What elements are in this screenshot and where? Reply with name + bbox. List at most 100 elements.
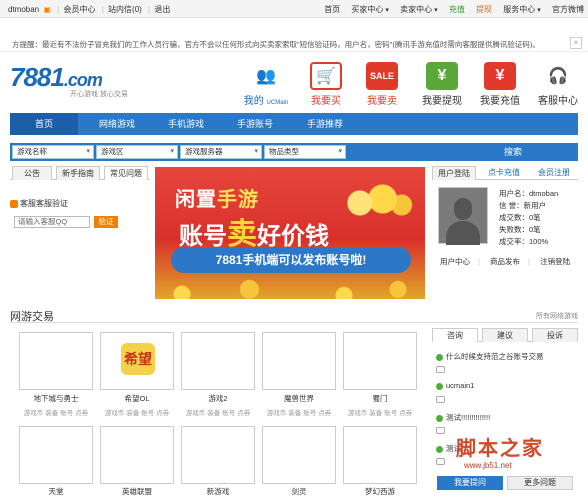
notice-bar: 方提醒：最近有不法份子冒充我们的工作人员行骗，官方不会以任何形式向买卖家索取"短…: [0, 34, 588, 52]
user-center-link[interactable]: 用户中心: [440, 257, 470, 266]
username-link[interactable]: dtmoban: [8, 5, 39, 14]
reply-icon: [436, 365, 445, 373]
feedback-item[interactable]: 什么时候支持范之谷账号交易: [436, 351, 544, 362]
nav-tab-online-games[interactable]: 网络游戏: [82, 113, 152, 135]
game-card[interactable]: 游戏2 游戏币 装备 账号 点券: [181, 332, 255, 418]
people-icon: 👥: [256, 68, 276, 85]
verify-button[interactable]: 验证: [94, 216, 118, 228]
cart-icon: 🛒: [310, 62, 342, 90]
nav-tab-mobile-accounts[interactable]: 手游账号: [222, 113, 288, 135]
promo-banner[interactable]: 闲置手游 账号卖好价钱 7881手机端可以发布账号啦!: [155, 167, 425, 299]
left-tabs: 公告 新手指南 常见问题: [10, 166, 150, 180]
feedback-item[interactable]: ucmain1: [436, 381, 474, 390]
buyer-center-dropdown[interactable]: 买家中心: [351, 5, 388, 14]
nav-withdraw[interactable]: ¥ 我要提现: [414, 62, 470, 107]
notice-close-button[interactable]: ×: [570, 37, 582, 49]
game-image: [262, 426, 336, 484]
nav-tab-mobile-recommend[interactable]: 手游推荐: [292, 113, 358, 135]
game-name-select[interactable]: 游戏名称: [12, 145, 94, 159]
game-image: 希望: [100, 332, 174, 390]
site-logo[interactable]: 7881.com 开心游戏 放心交易: [10, 62, 130, 102]
nav-sell[interactable]: SALE 我要卖: [354, 62, 410, 107]
reply-icon: [436, 457, 445, 465]
reply-icon-row: [436, 456, 445, 465]
notice-text: 方提醒：最近有不法份子冒充我们的工作人员行骗，官方不会以任何形式向买卖家索取"短…: [12, 40, 540, 49]
game-name: 天堂: [48, 487, 64, 496]
brand-main: 7881: [10, 62, 65, 92]
nav-tab-mobile-games[interactable]: 手机游戏: [156, 113, 216, 135]
game-image: [181, 332, 255, 390]
seller-center-dropdown[interactable]: 卖家中心: [400, 5, 437, 14]
game-links: 游戏币 装备 账号 点券: [185, 410, 251, 417]
item-type-select[interactable]: 物品类型: [264, 145, 346, 159]
feedback-item[interactable]: 测试!!!!!!!!!!!!!!: [436, 412, 490, 423]
logout-user-link[interactable]: 注销登陆: [540, 257, 570, 266]
question-icon: [436, 414, 443, 422]
game-card[interactable]: 剑灵: [262, 426, 336, 500]
nav-tab-home[interactable]: 首页: [10, 113, 78, 135]
warning-icon: [10, 199, 18, 208]
game-card[interactable]: 希望 希望OL 游戏币 装备 账号 点券: [100, 332, 174, 418]
reply-icon: [436, 395, 445, 403]
game-name: 新游戏: [206, 487, 230, 496]
withdraw-link[interactable]: 提现: [476, 5, 492, 14]
game-card[interactable]: 梦幻西游: [343, 426, 417, 500]
reply-icon-row: [436, 394, 445, 403]
game-card[interactable]: 蜀门 游戏币 装备 账号 点券: [343, 332, 417, 418]
nav-recharge[interactable]: ¥ 我要充值: [472, 62, 528, 107]
user-credit: 信 誉：新用户: [499, 201, 547, 210]
service-icon: 🎧: [548, 68, 568, 85]
more-questions-button[interactable]: 更多问题: [507, 476, 573, 490]
coins-decoration: [155, 275, 425, 299]
game-server-select[interactable]: 游戏服务器: [180, 145, 262, 159]
tab-card-recharge[interactable]: 点卡充值: [482, 166, 526, 180]
right-tabs: 用户登陆 点卡充值 会员注册: [432, 166, 578, 180]
ask-question-button[interactable]: 我要提问: [437, 476, 503, 490]
messages-link[interactable]: 站内信(0): [108, 5, 142, 14]
reply-icon-row: [436, 425, 445, 434]
search-bar: 游戏名称 游戏区 游戏服务器 物品类型 搜索: [10, 143, 578, 161]
banner-pill: 7881手机端可以发布账号啦!: [171, 247, 411, 273]
tab-suggestion[interactable]: 建议: [482, 328, 528, 342]
game-image: [343, 332, 417, 390]
tab-consult[interactable]: 咨询: [432, 328, 478, 342]
logout-link[interactable]: 退出: [154, 5, 170, 14]
game-name: 希望OL: [124, 394, 150, 403]
search-button[interactable]: 搜索: [448, 143, 578, 161]
game-links: 游戏币 装备 账号 点券: [23, 410, 89, 417]
tab-announcement[interactable]: 公告: [12, 166, 52, 180]
game-image: [262, 332, 336, 390]
game-links: 游戏币 装备 账号 点券: [347, 410, 413, 417]
recharge-link[interactable]: 充值: [449, 5, 465, 14]
feedback-tabs: 咨询 建议 投诉: [432, 328, 578, 342]
home-link[interactable]: 首页: [324, 5, 340, 14]
game-card[interactable]: 天堂: [19, 426, 93, 500]
game-card[interactable]: 地下城与勇士 游戏币 装备 账号 点券: [19, 332, 93, 418]
user-deals: 成交数：0笔: [499, 213, 541, 222]
nav-buy[interactable]: 🛒 我要买: [298, 62, 354, 107]
slogan: 开心游戏 放心交易: [70, 91, 128, 98]
tab-member-register[interactable]: 会员注册: [532, 166, 576, 180]
official-weibo-link[interactable]: 官方微博: [552, 5, 584, 14]
qq-input[interactable]: 请输入客服QQ: [14, 216, 90, 228]
game-name: 地下城与勇士: [33, 394, 79, 403]
game-image: [19, 332, 93, 390]
nav-my-ucmain[interactable]: 👥 我的 UCMain: [238, 62, 294, 107]
tab-faq[interactable]: 常见问题: [104, 166, 148, 180]
user-failed: 失败数：0笔: [499, 225, 541, 234]
tab-beginner-guide[interactable]: 新手指南: [56, 166, 100, 180]
game-card[interactable]: 新游戏: [181, 426, 255, 500]
nav-service[interactable]: 🎧 客服中心: [530, 62, 586, 107]
game-card[interactable]: 魔兽世界 游戏币 装备 账号 点券: [262, 332, 336, 418]
service-center-dropdown[interactable]: 服务中心: [503, 5, 540, 14]
all-games-link[interactable]: 所有网络游戏: [536, 311, 578, 321]
member-center-link[interactable]: 会员中心: [63, 5, 95, 14]
sale-icon: SALE: [366, 62, 398, 90]
game-card[interactable]: 英雄联盟: [100, 426, 174, 500]
tab-complaint[interactable]: 投诉: [532, 328, 578, 342]
tab-user-login[interactable]: 用户登陆: [432, 166, 476, 180]
publish-item-link[interactable]: 商品发布: [490, 257, 520, 266]
game-zone-select[interactable]: 游戏区: [96, 145, 178, 159]
game-logo: 希望: [121, 343, 155, 375]
game-name: 英雄联盟: [122, 487, 152, 496]
